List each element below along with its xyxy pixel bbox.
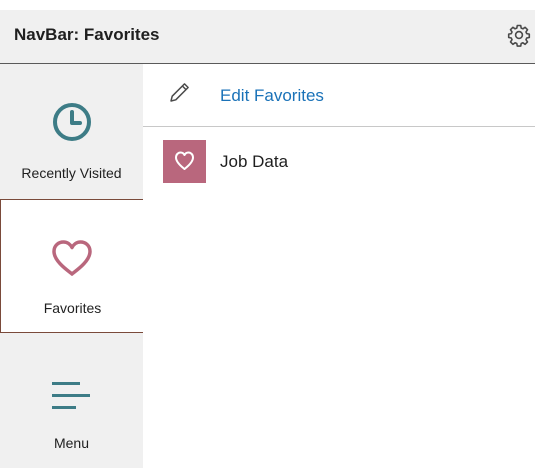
sidebar-item-menu[interactable]: Menu (0, 333, 143, 468)
favorite-tile (163, 140, 206, 183)
sidebar-item-favorites[interactable]: Favorites (0, 199, 143, 333)
list-item[interactable]: Job Data (143, 138, 535, 186)
navbar-panel: NavBar: Favorites Recently Visited Favor… (0, 0, 535, 468)
sidebar-item-recently-visited[interactable]: Recently Visited (0, 64, 143, 199)
favorite-label: Job Data (220, 152, 289, 171)
favorites-content: Edit Favorites Job Data (143, 64, 535, 468)
edit-favorites-label: Edit Favorites (220, 86, 324, 105)
sidebar-item-label: Recently Visited (21, 165, 122, 181)
heart-icon (175, 151, 194, 170)
sidebar-item-label: Menu (53, 435, 90, 451)
sidebar: Recently Visited Favorites Menu (0, 64, 143, 468)
heart-icon (50, 238, 94, 283)
menu-lines-icon (50, 380, 94, 417)
gear-icon[interactable] (507, 23, 531, 47)
pencil-icon (168, 80, 192, 104)
edit-favorites-link[interactable]: Edit Favorites (143, 64, 535, 127)
sidebar-item-label: Favorites (43, 300, 102, 316)
page-title: NavBar: Favorites (14, 25, 160, 44)
panel-header: NavBar: Favorites (0, 10, 535, 64)
clock-icon (50, 100, 94, 149)
